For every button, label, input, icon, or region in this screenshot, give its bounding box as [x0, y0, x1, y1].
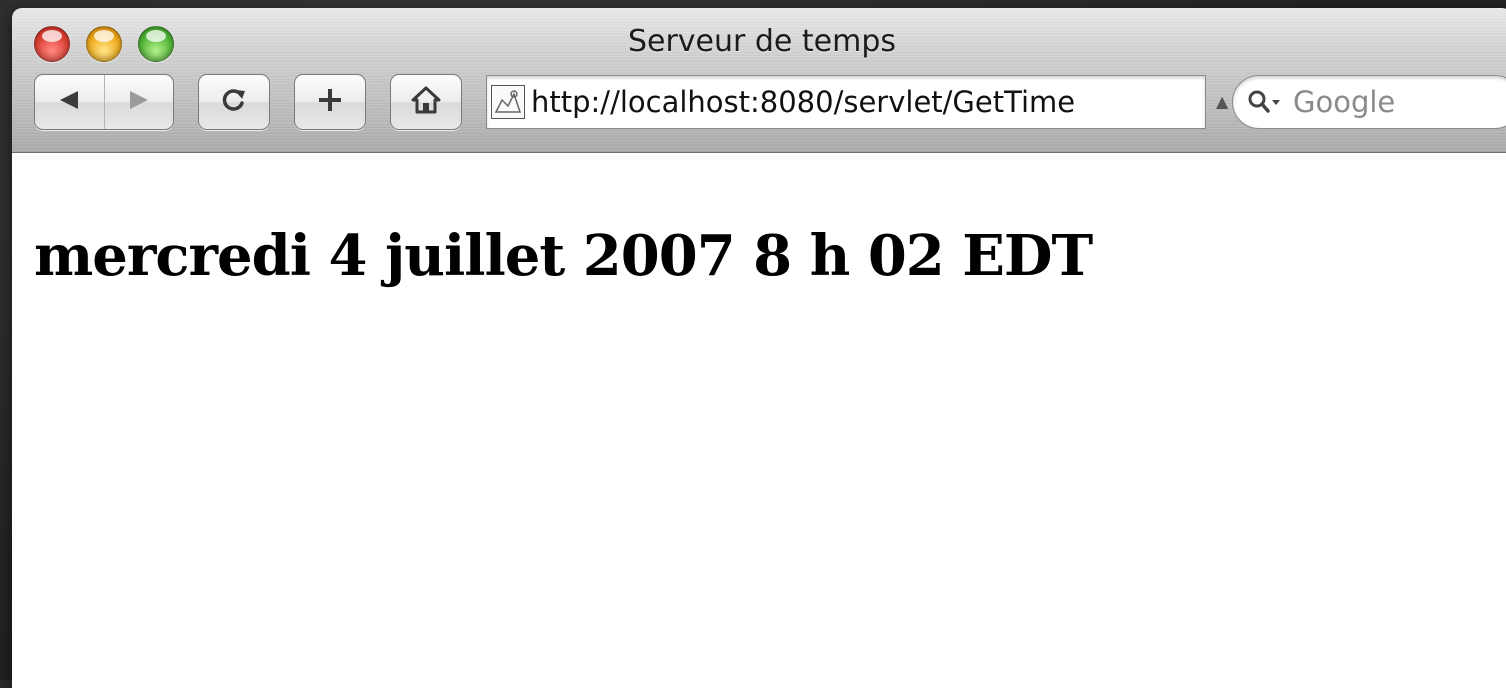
browser-window: Serveur de temps http://localhost:8080/s… — [12, 8, 1506, 688]
back-forward-buttons — [34, 74, 174, 130]
favicon-icon — [491, 85, 525, 119]
url-text: http://localhost:8080/servlet/GetTime — [531, 85, 1076, 119]
forward-arrow-icon — [128, 90, 150, 114]
search-placeholder: Google — [1293, 85, 1396, 119]
forward-button[interactable] — [105, 75, 174, 129]
home-button[interactable] — [390, 74, 462, 130]
title-bar: Serveur de temps http://localhost:8080/s… — [12, 8, 1506, 153]
window-title: Serveur de temps — [627, 24, 897, 59]
url-dropdown-icon[interactable]: ▲ — [1216, 92, 1228, 111]
address-bar[interactable]: http://localhost:8080/servlet/GetTime — [486, 75, 1206, 129]
search-field[interactable]: Google — [1232, 75, 1506, 129]
back-arrow-icon — [58, 90, 80, 114]
add-bookmark-button[interactable] — [294, 74, 366, 130]
plus-icon — [317, 87, 343, 117]
reload-icon — [221, 87, 247, 117]
page-content: mercredi 4 juillet 2007 8 h 02 EDT — [12, 153, 1506, 688]
reload-button[interactable] — [198, 74, 270, 130]
search-icon[interactable] — [1247, 89, 1283, 115]
page-heading: mercredi 4 juillet 2007 8 h 02 EDT — [34, 223, 1093, 289]
home-icon — [411, 86, 441, 118]
back-button[interactable] — [35, 75, 105, 129]
browser-toolbar: http://localhost:8080/servlet/GetTime ▲ … — [34, 74, 1506, 132]
